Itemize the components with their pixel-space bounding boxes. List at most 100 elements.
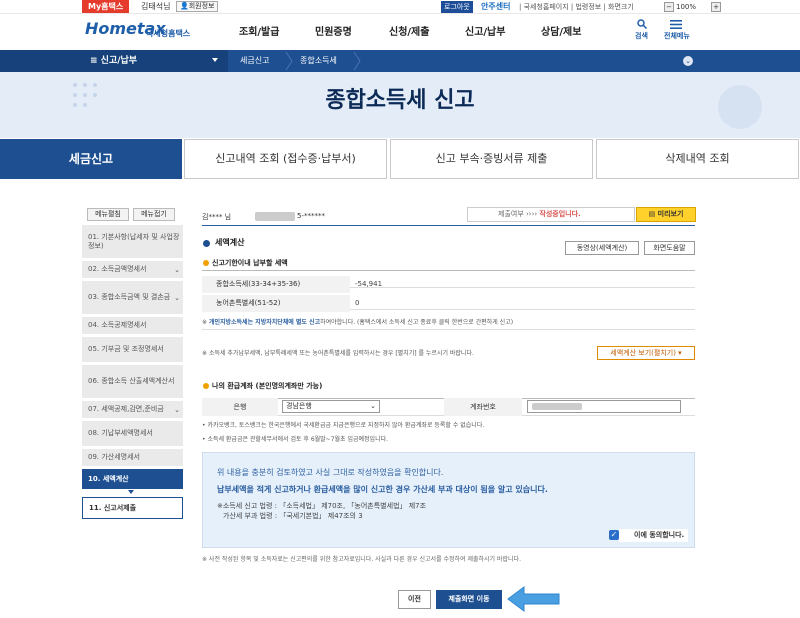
gnb-item-consult[interactable]: 상담/제보: [541, 27, 581, 39]
bank-select-value: 경남은행: [286, 402, 312, 410]
zoom-level: 100%: [676, 3, 697, 11]
bank-note: • 카카오뱅크, 토스뱅크는 한국은행에서 국세환급금 지급은행으로 지정하지 …: [202, 422, 485, 429]
breadcrumb-item[interactable]: 세금신고: [240, 55, 269, 67]
chevron-down-icon[interactable]: ⌄: [683, 56, 693, 66]
sidebar-item-submit[interactable]: 11. 신고서제출: [82, 497, 183, 519]
hometax-logo-subtitle: 국세청홈택스: [146, 29, 191, 38]
sidebar-item-label: 10. 세액계산: [88, 474, 129, 483]
user-name: 김태석님: [141, 2, 171, 11]
reference-footnote: ※ 사전 작성된 항목 및 소득자료는 신고편의를 위한 참고자료입니다. 사실…: [202, 556, 521, 563]
chevron-down-icon[interactable]: ⌄: [174, 406, 180, 415]
bank-select[interactable]: 경남은행 ⌄: [282, 400, 380, 413]
all-menu-label[interactable]: 전체메뉴: [664, 31, 690, 41]
sidebar-item-basic-info[interactable]: 01. 기본사항(납세자 및 사업장정보): [82, 225, 183, 258]
tab-deleted-history[interactable]: 삭제내역 조회: [596, 139, 799, 179]
tab-attachment-submit[interactable]: 신고 부속·증빙서류 제출: [390, 139, 593, 179]
subsection-bullet-icon: [203, 383, 209, 389]
zoom-in-button[interactable]: +: [711, 2, 721, 12]
divider: [202, 225, 695, 226]
taxpayer-name: 김**** 님: [202, 213, 232, 221]
page-title: 종합소득세 신고: [325, 88, 475, 113]
law-reference-2: 가산세 부과 법령 : 「국세기본법」 제47조의 3: [223, 512, 363, 520]
search-icon[interactable]: [637, 19, 647, 29]
breadcrumb-item[interactable]: 종합소득세: [300, 55, 337, 67]
preview-label: 미리보기: [657, 210, 684, 218]
row-value: -54,941: [355, 280, 383, 288]
note-emphasis: 개인지방소득세는 지방자치단체에 별도 신고: [208, 319, 321, 326]
account-number-label: 계좌번호: [444, 398, 522, 416]
user-info-button[interactable]: 👤회원정보: [176, 1, 219, 12]
section-bullet-icon: [203, 240, 210, 247]
divider: [202, 329, 695, 330]
sidebar-item-label: 08. 기납부세액명세서: [88, 429, 153, 437]
chevron-down-icon[interactable]: ⌄: [370, 401, 376, 412]
current-step-arrow-icon: [128, 490, 134, 494]
sidebar-item-additional-tax[interactable]: 09. 가산세명세서: [82, 449, 183, 466]
safe-center-link[interactable]: 안주센터: [481, 1, 510, 13]
sidebar-item-prepaid-tax[interactable]: 08. 기납부세액명세서: [82, 421, 183, 446]
agree-label[interactable]: 이에 동의합니다.: [619, 529, 689, 542]
user-info-label: 회원정보: [188, 2, 215, 10]
gnb-item-inquiry[interactable]: 조회/발급: [239, 27, 279, 39]
status-label: 제출여부 ››››: [498, 210, 540, 218]
chevron-down-icon[interactable]: ⌄: [174, 266, 180, 275]
top-links[interactable]: | 국세청홈페이지 | 법령정보 | 화면크기: [519, 1, 634, 13]
sidebar-item-label: 06. 종합소득 산출세액계산서: [88, 377, 175, 385]
section-title-tax-calc: 세액계산: [215, 238, 245, 247]
breadcrumb-separator-icon: [285, 51, 293, 71]
taxpayer-id-suffix: 5-******: [297, 212, 325, 220]
location-menu-title[interactable]: ≡ 신고/납부: [90, 54, 137, 68]
gnb-item-filing[interactable]: 신고/납부: [465, 27, 505, 39]
sidebar-item-label: 02. 소득금액명세서: [88, 265, 147, 273]
preview-button[interactable]: ▤ 미리보기: [636, 207, 696, 222]
agreement-text-1: 위 내용을 충분히 검토하였고 사실 그대로 작성하였음을 확인합니다.: [217, 468, 444, 477]
expand-tax-calc-button[interactable]: 세액계산 보기(펼치기) ▾: [597, 346, 695, 360]
local-tax-note: ※ 개인지방소득세는 지방자치단체에 별도 신고하여야합니다. (홈택스에서 소…: [202, 319, 514, 326]
status-value: 작성중입니다.: [539, 210, 581, 218]
tab-filing-history[interactable]: 신고내역 조회 (접수증·납부서): [184, 139, 387, 179]
gnb-item-applications[interactable]: 신청/제출: [389, 27, 429, 39]
sidebar-item-total-income[interactable]: 03. 종합소득금액 및 결손금 ⌄: [82, 281, 183, 314]
subsection-title-refund-account: 나의 환급계좌 (본인명의계좌만 가능): [212, 382, 323, 390]
row-value: 0: [355, 299, 360, 307]
screen-help-button[interactable]: 화면도움말: [644, 241, 695, 255]
sidebar-item-tax-credits[interactable]: 07. 세액공제,감면,준비금 ⌄: [82, 401, 183, 418]
menu-expand-button[interactable]: 메뉴펼침: [87, 208, 129, 221]
row-label: 농어촌특별세(51-52): [202, 295, 350, 312]
my-hometax-button[interactable]: My홈택스: [82, 0, 130, 13]
agree-checkbox[interactable]: ✓: [609, 530, 619, 540]
logout-button[interactable]: 로그아웃: [441, 1, 473, 13]
subsection-title-payable: 신고기한이내 납부할 세액: [212, 259, 288, 267]
video-help-button[interactable]: 동영상(세액계산): [565, 241, 639, 255]
law-reference-1: ※소득세 신고 법령 : 「소득세법」 제70조, 「농어촌특별세법」 제7조: [217, 502, 427, 510]
expand-note: ※ 소득세 추가납부세액, 납부특례세액 또는 농어촌특별세를 입력하시는 경우…: [202, 350, 474, 357]
sidebar-item-income-detail[interactable]: 02. 소득금액명세서 ⌄: [82, 261, 183, 278]
document-icon: ▤: [648, 210, 658, 218]
gnb-item-certificates[interactable]: 민원증명: [315, 27, 352, 39]
search-label[interactable]: 검색: [635, 31, 648, 41]
previous-button[interactable]: 이전: [398, 590, 431, 609]
sidebar-item-deductions[interactable]: 04. 소득공제명세서: [82, 317, 183, 334]
user-icon: 👤: [180, 2, 189, 10]
sidebar-item-calculated-tax[interactable]: 06. 종합소득 산출세액계산서: [82, 365, 183, 398]
subsection-bullet-icon: [203, 260, 209, 266]
hamburger-icon[interactable]: [670, 20, 682, 29]
agreement-text-2: 납부세액을 적게 신고하거나 환급세액을 많이 신고한 경우 가산세 부과 대상…: [217, 485, 548, 494]
menu-collapse-button[interactable]: 메뉴접기: [133, 208, 175, 221]
chevron-down-icon[interactable]: ⌄: [174, 294, 180, 303]
dropdown-arrow-icon[interactable]: [212, 58, 218, 62]
sidebar-item-label: 01. 기본사항(납세자 및 사업장정보): [88, 232, 180, 250]
sidebar-item-label: 09. 가산세명세서: [88, 453, 140, 461]
sidebar-item-tax-calculation[interactable]: 10. 세액계산: [82, 469, 183, 489]
row-label: 종합소득세(33-34+35-36): [202, 276, 350, 293]
sidebar-item-label: 05. 기부금 및 조정명세서: [88, 345, 164, 353]
sidebar-item-donations[interactable]: 05. 기부금 및 조정명세서: [82, 337, 183, 362]
go-to-submit-button[interactable]: 제출화면 이동: [436, 590, 502, 609]
masked-id-block: [255, 212, 295, 221]
tab-tax-filing[interactable]: 세금신고: [0, 139, 182, 179]
sidebar-item-label: 03. 종합소득금액 및 결손금: [88, 293, 171, 301]
bank-label: 은행: [202, 398, 278, 416]
submit-status: 제출여부 ›››› 작성중입니다.: [467, 207, 635, 222]
zoom-out-button[interactable]: −: [664, 2, 674, 12]
note-text: 소득세 추가납부세액, 납부특례세액 또는 농어촌특별세를 입력하시는 경우 […: [208, 350, 474, 357]
